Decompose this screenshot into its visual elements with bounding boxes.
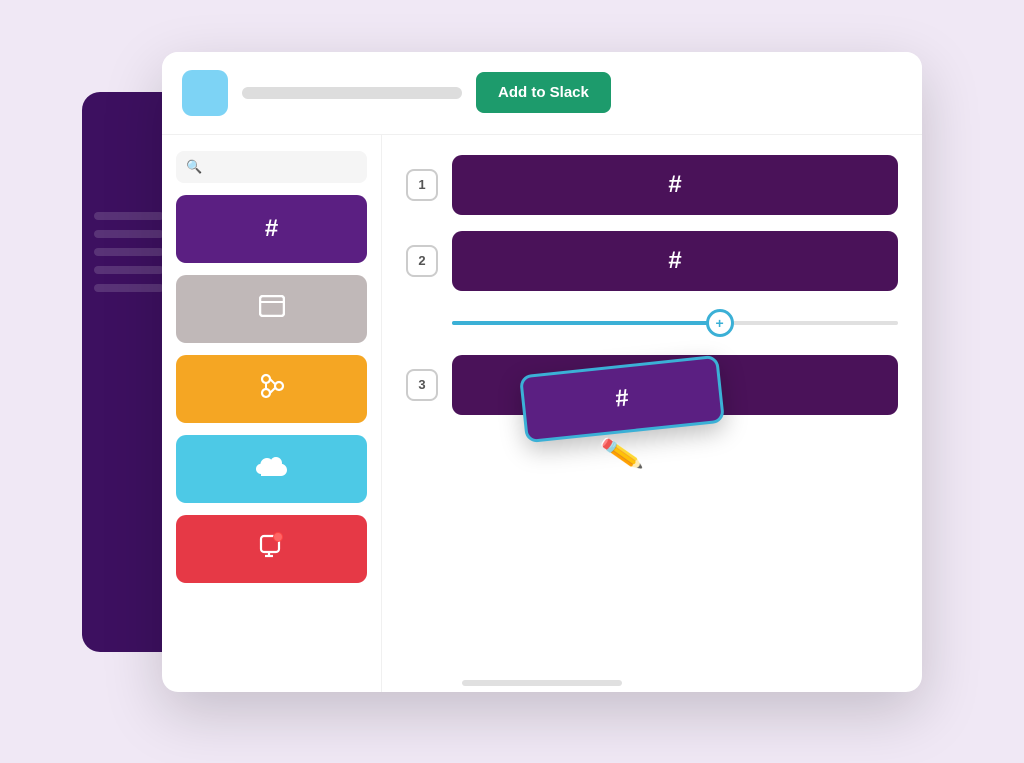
slider-row: + — [406, 307, 898, 339]
sidebar-line — [94, 230, 164, 238]
main-card: Add to Slack 🔍 # — [162, 52, 922, 692]
app-tile-window[interactable] — [176, 275, 367, 343]
row-number-2: 2 — [406, 245, 438, 277]
window-icon — [259, 295, 285, 323]
slider-track[interactable]: + — [452, 321, 898, 325]
app-tile-source[interactable] — [176, 355, 367, 423]
title-placeholder — [242, 87, 462, 99]
slider-thumb[interactable]: + — [706, 309, 734, 337]
app-tile-notification[interactable] — [176, 515, 367, 583]
app-tile-slack[interactable]: # — [176, 195, 367, 263]
sidebar-line — [94, 212, 164, 220]
search-bar[interactable]: 🔍 — [176, 151, 367, 183]
top-bar: Add to Slack — [162, 52, 922, 135]
add-to-slack-button[interactable]: Add to Slack — [476, 72, 611, 113]
channel-button-2[interactable]: # — [452, 231, 898, 291]
row-number-1: 1 — [406, 169, 438, 201]
scene-wrapper: Add to Slack 🔍 # — [82, 52, 942, 712]
right-panel: 1 # 2 # + — [382, 135, 922, 692]
cloud-icon — [255, 454, 289, 484]
sidebar-line — [94, 248, 164, 256]
sidebar-lines — [94, 212, 164, 292]
slack-hash-icon: # — [265, 215, 278, 243]
channel-row-2: 2 # — [406, 231, 898, 291]
sidebar-line — [94, 284, 164, 292]
scrollbar-track[interactable] — [462, 680, 622, 686]
slider-fill — [452, 321, 720, 325]
sidebar-line — [94, 266, 164, 274]
dragging-tile-hash-icon: # — [614, 384, 630, 413]
app-tile-cloud[interactable] — [176, 435, 367, 503]
content-area: 🔍 # — [162, 135, 922, 692]
channel-hash-icon-2: # — [668, 247, 681, 275]
channel-hash-icon-1: # — [668, 171, 681, 199]
channel-row-1: 1 # — [406, 155, 898, 215]
search-input[interactable] — [208, 162, 357, 172]
avatar — [182, 70, 228, 116]
source-control-icon — [259, 373, 285, 405]
notification-icon — [259, 532, 285, 566]
bottom-bar — [162, 674, 922, 692]
row-number-3: 3 — [406, 369, 438, 401]
left-panel: 🔍 # — [162, 135, 382, 692]
channel-button-1[interactable]: # — [452, 155, 898, 215]
slider-spacer — [406, 307, 438, 339]
cursor-hand: ✏️ — [599, 431, 645, 475]
search-icon: 🔍 — [186, 159, 202, 175]
